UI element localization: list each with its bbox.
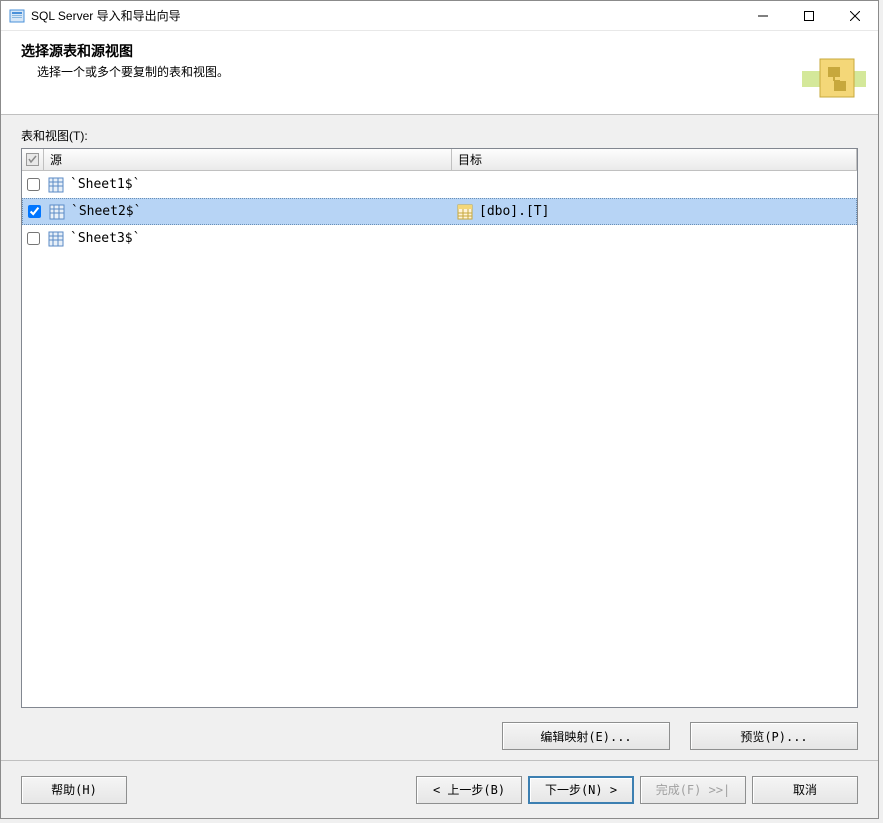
wizard-header: 选择源表和源视图 选择一个或多个要复制的表和视图。 <box>1 31 878 115</box>
row-checkbox[interactable] <box>27 232 40 245</box>
content-area: 表和视图(T): 源 目标 <box>1 115 878 760</box>
sheet-icon <box>49 204 65 220</box>
wizard-footer: 帮助(H) < 上一步(B) 下一步(N) > 完成(F) >>| 取消 <box>1 760 878 818</box>
table-row[interactable]: `Sheet2$` [dbo].[T] <box>22 198 857 225</box>
app-icon <box>9 8 25 24</box>
row-checkbox[interactable] <box>28 205 41 218</box>
action-row: 编辑映射(E)... 预览(P)... <box>21 722 858 750</box>
row-checkbox[interactable] <box>27 178 40 191</box>
column-header-source[interactable]: 源 <box>44 149 452 170</box>
page-title: 选择源表和源视图 <box>21 41 858 61</box>
column-header-target[interactable]: 目标 <box>452 149 857 170</box>
source-name: `Sheet2$` <box>71 204 141 219</box>
tables-grid: 源 目标 `Sheet1$` <box>21 148 858 708</box>
titlebar: SQL Server 导入和导出向导 <box>1 1 878 31</box>
table-row[interactable]: `Sheet3$` <box>22 225 857 252</box>
preview-button[interactable]: 预览(P)... <box>690 722 858 750</box>
select-all-checkbox-icon <box>26 153 39 166</box>
back-button[interactable]: < 上一步(B) <box>416 776 522 804</box>
close-button[interactable] <box>832 1 878 31</box>
target-name: [dbo].[T] <box>479 204 549 219</box>
maximize-button[interactable] <box>786 1 832 31</box>
help-button[interactable]: 帮助(H) <box>21 776 127 804</box>
window-controls <box>740 1 878 31</box>
cancel-button[interactable]: 取消 <box>752 776 858 804</box>
window-title: SQL Server 导入和导出向导 <box>31 7 740 24</box>
minimize-button[interactable] <box>740 1 786 31</box>
table-icon <box>457 204 473 220</box>
sheet-icon <box>48 177 64 193</box>
source-name: `Sheet3$` <box>70 231 140 246</box>
table-row[interactable]: `Sheet1$` <box>22 171 857 198</box>
column-header-checkbox[interactable] <box>22 149 44 170</box>
source-name: `Sheet1$` <box>70 177 140 192</box>
sheet-icon <box>48 231 64 247</box>
wizard-banner-icon <box>802 53 866 109</box>
table-label: 表和视图(T): <box>21 127 858 144</box>
wizard-window: SQL Server 导入和导出向导 选择源表和源视图 选择一个或多个要复制的表… <box>0 0 879 819</box>
next-button[interactable]: 下一步(N) > <box>528 776 634 804</box>
finish-button: 完成(F) >>| <box>640 776 746 804</box>
edit-mappings-button[interactable]: 编辑映射(E)... <box>502 722 670 750</box>
grid-body: `Sheet1$` `Sheet2$` <box>22 171 857 707</box>
grid-header: 源 目标 <box>22 149 857 171</box>
page-subtitle: 选择一个或多个要复制的表和视图。 <box>21 63 858 80</box>
